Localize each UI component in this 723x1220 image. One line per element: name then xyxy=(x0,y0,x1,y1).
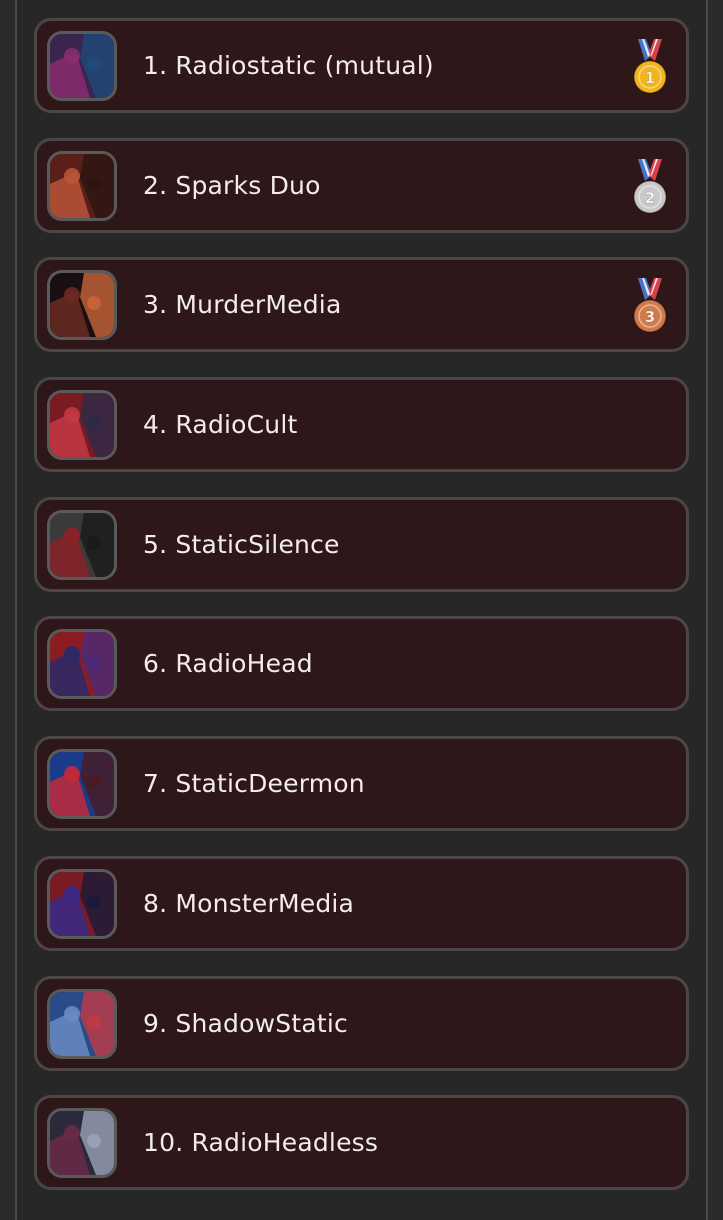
item-label: 7. StaticDeermon xyxy=(143,769,365,799)
leaderboard-list: 1. Radiostatic (mutual) 1 2. Sparks Duo … xyxy=(34,18,689,1215)
avatar xyxy=(47,629,117,700)
item-label: 4. RadioCult xyxy=(143,410,298,440)
item-label: 2. Sparks Duo xyxy=(143,170,321,200)
list-item[interactable]: 10. RadioHeadless xyxy=(34,1095,689,1191)
list-item[interactable]: 5. StaticSilence xyxy=(34,496,689,592)
avatar xyxy=(47,749,117,820)
item-label: 6. RadioHead xyxy=(143,649,313,679)
avatar xyxy=(47,509,117,580)
item-label: 1. Radiostatic (mutual) xyxy=(143,51,434,80)
silver-medal-icon: 2 xyxy=(632,158,668,215)
item-label: 10. RadioHeadless xyxy=(143,1128,379,1158)
list-item[interactable]: 1. Radiostatic (mutual) 1 xyxy=(34,18,689,113)
avatar xyxy=(47,270,117,341)
item-label: 8. MonsterMedia xyxy=(143,888,355,918)
avatar xyxy=(47,868,117,939)
avatar xyxy=(47,1108,117,1179)
list-item[interactable]: 7. StaticDeermon xyxy=(34,736,689,832)
list-item[interactable]: 2. Sparks Duo 2 xyxy=(34,137,689,233)
list-item[interactable]: 3. MurderMedia 3 xyxy=(34,257,689,353)
avatar xyxy=(47,31,117,101)
avatar xyxy=(47,988,117,1059)
medal-number: 2 xyxy=(645,189,655,207)
list-item[interactable]: 4. RadioCult xyxy=(34,377,689,473)
avatar xyxy=(47,150,117,221)
list-item[interactable]: 8. MonsterMedia xyxy=(34,855,689,951)
gold-medal-icon: 1 xyxy=(632,39,668,95)
item-label: 5. StaticSilence xyxy=(143,529,340,559)
medal-number: 3 xyxy=(645,308,655,326)
list-item[interactable]: 9. ShadowStatic xyxy=(34,975,689,1071)
item-label: 3. MurderMedia xyxy=(143,290,342,320)
medal-number: 1 xyxy=(645,69,655,87)
item-label: 9. ShadowStatic xyxy=(143,1008,348,1038)
avatar xyxy=(47,390,117,461)
bronze-medal-icon: 3 xyxy=(632,278,668,334)
list-item[interactable]: 6. RadioHead xyxy=(34,616,689,712)
